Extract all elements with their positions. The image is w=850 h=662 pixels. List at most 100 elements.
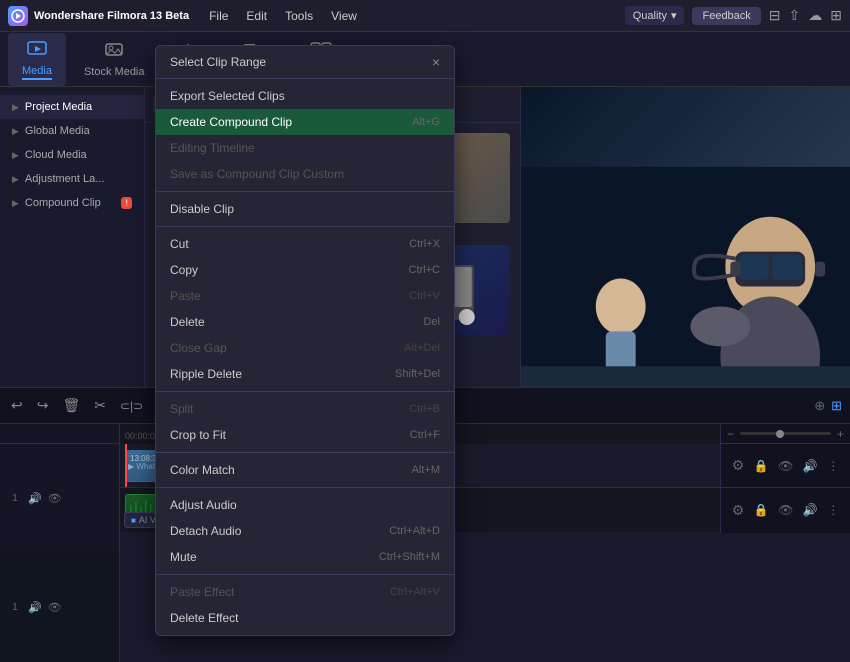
cut-icon[interactable]: ✂ [91, 394, 109, 417]
tab-stock-media[interactable]: Stock Media [70, 34, 159, 84]
track-1-volume-icon[interactable]: 🔊 [28, 492, 42, 505]
context-section-5: Color Match Alt+M [156, 453, 454, 488]
magnet-icon[interactable]: ⊕ [814, 398, 825, 414]
context-cut[interactable]: Cut Ctrl+X [156, 231, 454, 257]
audio-track-right-controls: ⚙ 🔒 👁 🔊 ⋮ [721, 488, 850, 532]
redo-icon[interactable]: ↪ [34, 394, 52, 417]
playhead[interactable] [125, 444, 127, 487]
context-section-7: Paste Effect Ctrl+Alt+V Delete Effect [156, 575, 454, 635]
video-volume-icon[interactable]: 🔊 [803, 459, 818, 473]
context-disable-clip[interactable]: Disable Clip [156, 196, 454, 222]
sidebar-item-cloud-media[interactable]: ▶ Cloud Media [0, 143, 144, 167]
menu-view[interactable]: View [323, 5, 365, 27]
sidebar-item-project-media[interactable]: ▶ Project Media [0, 95, 144, 119]
app-name: Wondershare Filmora 13 Beta [34, 10, 189, 22]
video-more-icon[interactable]: ⋮ [827, 459, 839, 473]
video-eye-icon[interactable]: 👁 [778, 459, 793, 473]
tab-media[interactable]: Media [8, 33, 66, 86]
context-ripple-delete[interactable]: Ripple Delete Shift+Del [156, 361, 454, 387]
undo-icon[interactable]: ↩ [8, 394, 26, 417]
video-lock-icon[interactable]: 🔒 [754, 459, 769, 473]
sidebar-item-compound-clip[interactable]: ▶ Compound Clip ! [0, 191, 144, 215]
context-detach-audio[interactable]: Detach Audio Ctrl+Alt+D [156, 518, 454, 544]
menu-bar: File Edit Tools View [201, 5, 365, 27]
zoom-in-icon[interactable]: + [837, 427, 844, 441]
audio-eye-icon[interactable]: 👁 [778, 503, 793, 517]
context-menu-title: Select Clip Range [170, 55, 266, 69]
stock-media-tab-icon [104, 40, 124, 63]
track-audio-volume-icon[interactable]: 🔊 [28, 601, 42, 614]
app-logo-icon [8, 6, 28, 26]
menu-edit[interactable]: Edit [238, 5, 275, 27]
global-media-label: Global Media [25, 125, 90, 137]
monitor-icon[interactable]: ⊟ [769, 7, 781, 24]
zoom-slider-thumb[interactable] [776, 430, 784, 438]
timeline-right-controls: − + ⚙ 🔒 👁 🔊 ⋮ ⚙ 🔒 👁 🔊 ⋮ [720, 424, 850, 533]
track-label-audio-1: 1 🔊 👁 [0, 553, 120, 662]
track-label-1: 1 🔊 👁 [0, 444, 120, 553]
split-icon[interactable]: ⊂|⊃ [117, 396, 146, 416]
sidebar-item-adjustment-layer[interactable]: ▶ Adjustment La... [0, 167, 144, 191]
grid-icon[interactable]: ⊞ [830, 7, 842, 24]
project-media-arrow: ▶ [12, 102, 19, 113]
zoom-out-icon[interactable]: − [727, 427, 734, 441]
adjustment-label: Adjustment La... [25, 173, 105, 185]
track-1-eye-icon[interactable]: 👁 [48, 492, 62, 505]
video-settings-icon[interactable]: ⚙ [732, 457, 745, 474]
context-editing-timeline: Editing Timeline [156, 135, 454, 161]
timeline-zoom-controls: − + [721, 424, 850, 444]
context-color-match[interactable]: Color Match Alt+M [156, 457, 454, 483]
compound-clip-badge: ! [121, 197, 132, 209]
global-media-arrow: ▶ [12, 126, 19, 137]
video-track-right-controls: ⚙ 🔒 👁 🔊 ⋮ [721, 444, 850, 488]
context-mute[interactable]: Mute Ctrl+Shift+M [156, 544, 454, 570]
audio-lock-icon[interactable]: 🔒 [754, 503, 769, 517]
share-icon[interactable]: ⇧ [789, 7, 801, 24]
context-menu: Select Clip Range × Export Selected Clip… [155, 45, 455, 636]
context-crop-to-fit[interactable]: Crop to Fit Ctrl+F [156, 422, 454, 448]
context-delete[interactable]: Delete Del [156, 309, 454, 335]
audio-settings-icon[interactable]: ⚙ [732, 502, 745, 519]
menu-file[interactable]: File [201, 5, 236, 27]
context-menu-header: Select Clip Range × [156, 46, 454, 79]
top-bar-right: Quality ▾ Feedback ⊟ ⇧ ☁ ⊞ [625, 6, 842, 25]
audio-more-icon[interactable]: ⋮ [827, 503, 839, 517]
context-section-1: Export Selected Clips Create Compound Cl… [156, 79, 454, 192]
audio-volume-icon[interactable]: 🔊 [803, 503, 818, 517]
context-paste-effect: Paste Effect Ctrl+Alt+V [156, 579, 454, 605]
context-section-4: Split Ctrl+B Crop to Fit Ctrl+F [156, 392, 454, 453]
context-save-compound-custom: Save as Compound Clip Custom [156, 161, 454, 187]
context-create-compound[interactable]: Create Compound Clip Alt+G [156, 109, 454, 135]
context-export-selected[interactable]: Export Selected Clips [156, 83, 454, 109]
context-close-button[interactable]: × [432, 54, 440, 70]
delete-icon[interactable]: 🗑 [59, 394, 83, 417]
quality-selector[interactable]: Quality ▾ [625, 6, 685, 25]
context-paste: Paste Ctrl+V [156, 283, 454, 309]
context-copy[interactable]: Copy Ctrl+C [156, 257, 454, 283]
context-delete-effect[interactable]: Delete Effect [156, 605, 454, 631]
adjustment-arrow: ▶ [12, 174, 19, 185]
ruler-label [0, 424, 119, 444]
sidebar-item-global-media[interactable]: ▶ Global Media [0, 119, 144, 143]
context-adjust-audio[interactable]: Adjust Audio [156, 492, 454, 518]
cloud-media-arrow: ▶ [12, 150, 19, 161]
track-audio-eye-icon[interactable]: 👁 [48, 601, 62, 614]
top-menu-bar: Wondershare Filmora 13 Beta File Edit To… [0, 0, 850, 32]
compound-clip-arrow: ▶ [12, 198, 19, 209]
tab-stock-media-label: Stock Media [84, 66, 145, 78]
media-tab-icon [27, 39, 47, 62]
track-labels: 1 🔊 👁 1 🔊 👁 [0, 424, 120, 533]
ripple-icon[interactable]: ⊞ [831, 398, 842, 414]
context-close-gap: Close Gap Alt+Del [156, 335, 454, 361]
project-media-label: Project Media [25, 101, 92, 113]
compound-clip-label: Compound Clip [25, 197, 101, 209]
feedback-button[interactable]: Feedback [692, 7, 760, 25]
context-section-3: Cut Ctrl+X Copy Ctrl+C Paste Ctrl+V Dele… [156, 227, 454, 392]
cloud-media-label: Cloud Media [25, 149, 87, 161]
app-logo: Wondershare Filmora 13 Beta [8, 6, 189, 26]
context-split: Split Ctrl+B [156, 396, 454, 422]
top-bar-icons: ⊟ ⇧ ☁ ⊞ [769, 7, 842, 24]
context-section-2: Disable Clip [156, 192, 454, 227]
menu-tools[interactable]: Tools [277, 5, 321, 27]
cloud-icon[interactable]: ☁ [808, 7, 822, 24]
